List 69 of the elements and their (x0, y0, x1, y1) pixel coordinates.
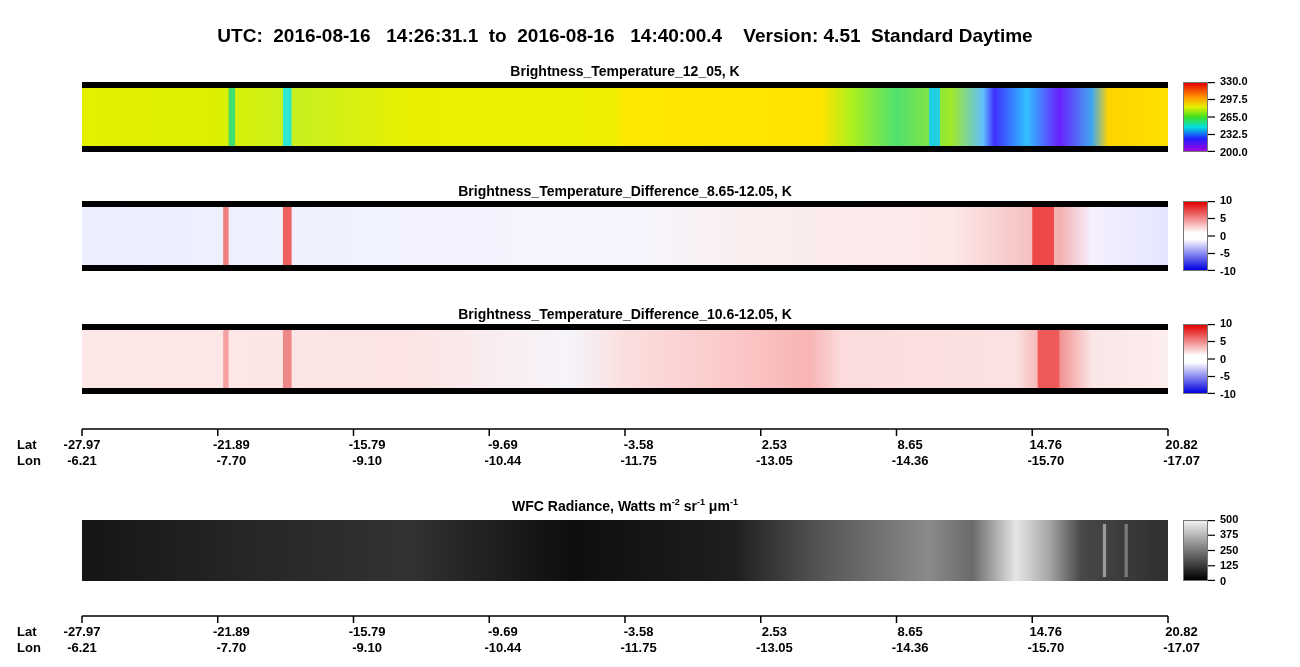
colorbar-label: 5 (1220, 334, 1228, 347)
colorbar-label: 232.5 (1220, 128, 1248, 141)
axis-value: -17.07 (1162, 453, 1201, 469)
axis-value: -3.58 (622, 623, 655, 640)
axis-value: -10.44 (483, 639, 523, 656)
axis-value: 2.53 (760, 437, 788, 453)
colorbar-label: 0 (1220, 229, 1228, 242)
axis-value: -14.36 (890, 639, 930, 656)
axis-value: -9.69 (487, 437, 519, 453)
axis-value: 8.65 (896, 623, 924, 640)
tick-marks (1208, 324, 1215, 394)
colorbar-label: -5 (1220, 370, 1231, 383)
colorbar-label: -10 (1220, 265, 1236, 277)
colorbar-label: -5 (1220, 247, 1231, 260)
plot-title: Brightness_Temperature_Difference_8.65-12.05, K (457, 182, 793, 200)
colorbar-label: 265.0 (1220, 110, 1248, 123)
axis-value: -6.21 (66, 453, 98, 469)
axis-value: -9.10 (351, 639, 383, 656)
colorbar-label: 250 (1220, 543, 1239, 556)
plot-title: Brightness_Temperature_12_05, K (509, 62, 741, 80)
axis-value: -7.70 (215, 453, 248, 469)
colorbar-label: 0 (1220, 352, 1228, 365)
axis-value: -27.97 (62, 437, 102, 453)
axis-value: -7.70 (215, 639, 248, 656)
axis-value: -15.70 (1026, 453, 1066, 469)
axis-value: -9.69 (487, 623, 519, 640)
tick-marks (1208, 82, 1215, 152)
axis-value: 8.65 (896, 437, 924, 453)
axis-value: -15.79 (347, 623, 387, 640)
colorbar-label: 297.5 (1220, 92, 1248, 105)
axis-value: 14.76 (1028, 437, 1064, 453)
axis-value: -21.89 (211, 623, 251, 640)
axis-label: Lat (17, 623, 38, 640)
plot-title: WFC Radiance, Watts m$^{-2}$ sr$^{-1}$ μm$^{-1}$ (511, 496, 739, 515)
tick-marks (1208, 519, 1215, 581)
colorbar-label: -10 (1220, 388, 1236, 400)
axis-value: -10.44 (483, 453, 523, 469)
axis-label: Lon (17, 639, 42, 656)
axis-value: -21.89 (211, 437, 251, 453)
axis-value: 20.82 (1164, 623, 1199, 640)
axis-value: 2.53 (760, 623, 788, 640)
axis-value: -17.07 (1162, 639, 1201, 656)
axis-value: -15.79 (347, 437, 387, 453)
axis-value: -14.36 (890, 453, 930, 469)
axis-value: -9.10 (351, 453, 383, 469)
colorbar-label: 0 (1220, 574, 1228, 587)
axis-value: -3.58 (622, 437, 655, 453)
axis-value: -13.05 (754, 453, 794, 469)
axis-value: 14.76 (1028, 623, 1064, 640)
tick-marks (1208, 201, 1215, 271)
colorbar-label: 10 (1220, 194, 1234, 206)
colorbar-label: 5 (1220, 211, 1228, 224)
colorbar-label: 10 (1220, 317, 1234, 329)
axis-value: -11.75 (619, 453, 658, 469)
axis-value: -15.70 (1026, 639, 1066, 656)
axis-value: -13.05 (754, 639, 794, 656)
colorbar-label: 200.0 (1220, 146, 1248, 158)
axis-value: 20.82 (1164, 437, 1199, 453)
page-title: UTC: 2016-08-16 14:26:31.1 to 2016-08-16 14:40:00.4 Version: 4.51 Standard Daytime (216, 24, 1034, 48)
axis-value: -6.21 (66, 639, 98, 656)
colorbar-label: 375 (1220, 528, 1239, 541)
axis-label: Lat (17, 437, 38, 453)
plot-title: Brightness_Temperature_Difference_10.6-12.05, K (457, 305, 793, 323)
colorbar-label: 500 (1220, 512, 1239, 525)
axis-value: -27.97 (62, 623, 102, 640)
axis-label: Lon (17, 453, 42, 469)
axis-value: -11.75 (619, 639, 658, 656)
colorbar-label: 330.0 (1220, 75, 1248, 87)
colorbar-label: 125 (1220, 559, 1239, 572)
